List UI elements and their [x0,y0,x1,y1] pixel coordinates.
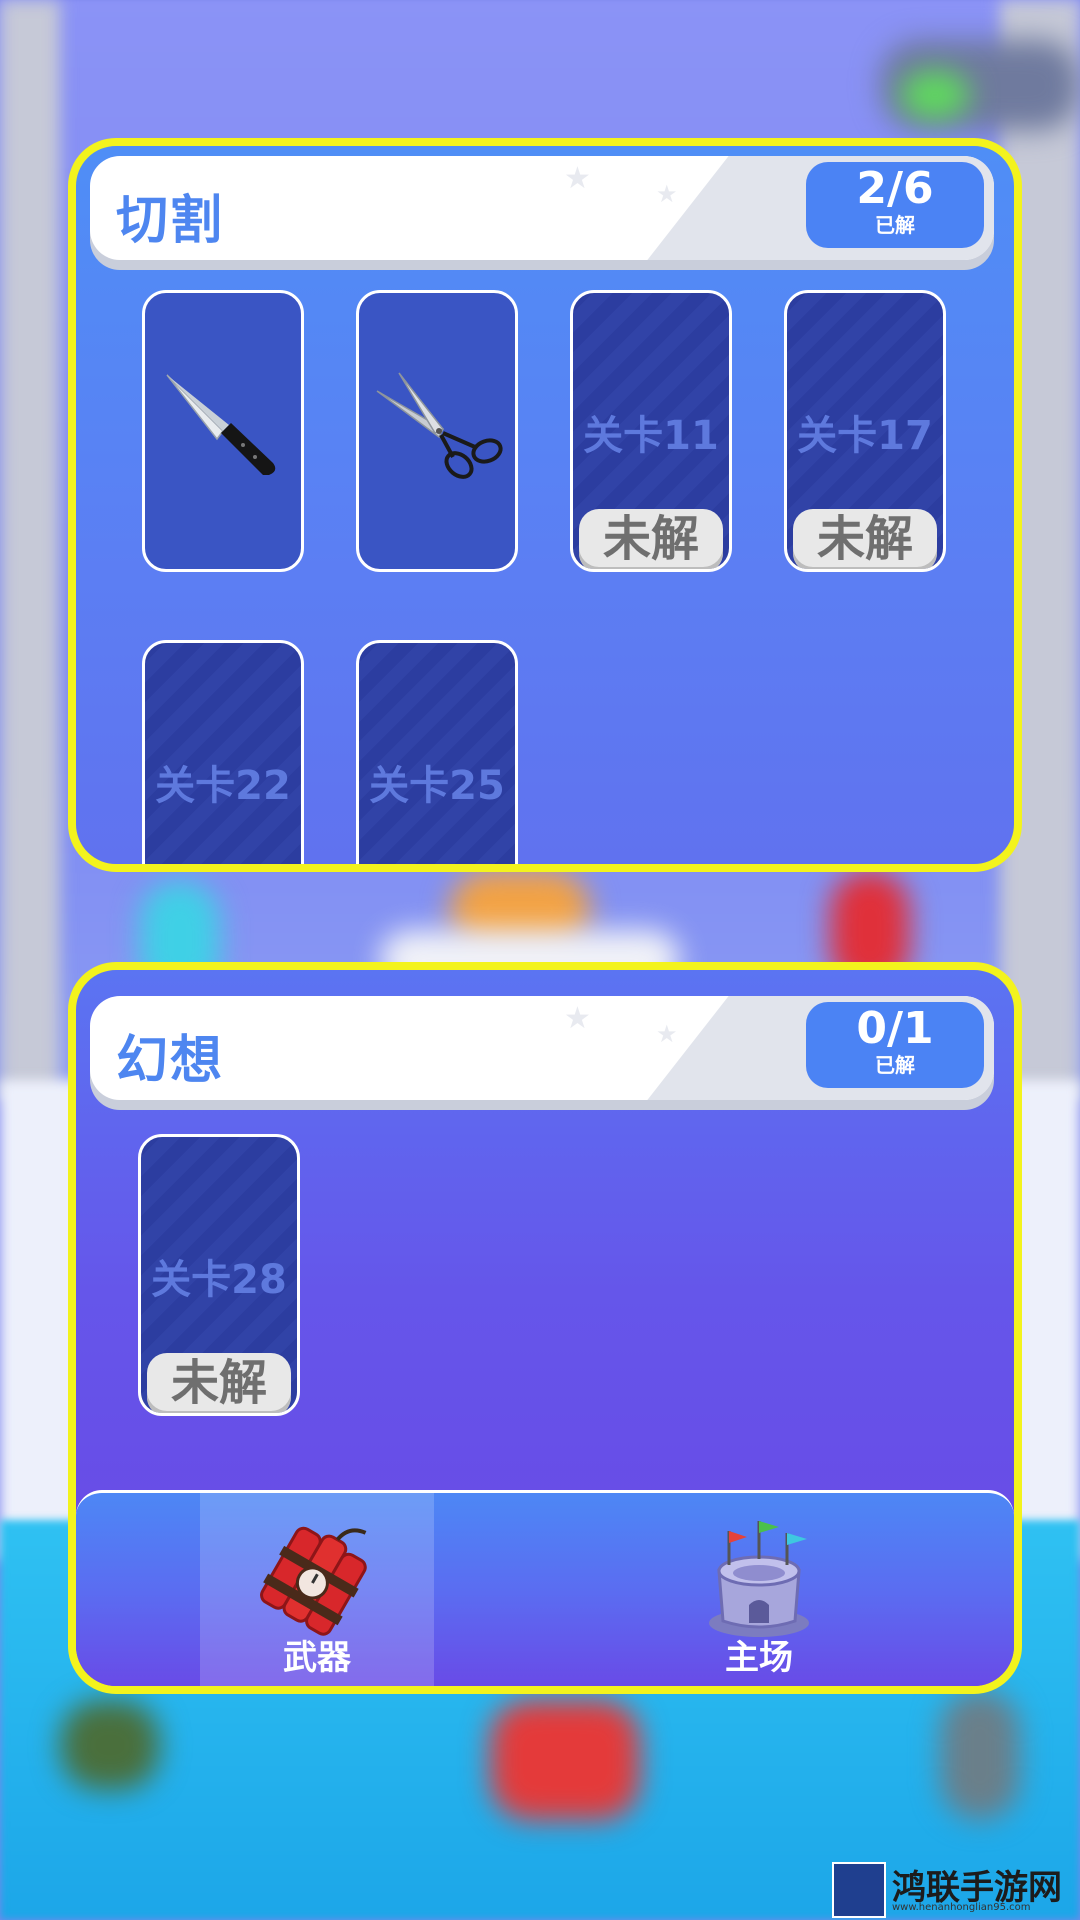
star-icon: ★ [656,1020,678,1048]
star-icon: ★ [564,1001,591,1036]
level-label: 关卡17 [797,413,933,459]
progress-badge: 2/6 已解 [806,162,984,248]
locked-badge: 未解 [793,509,937,569]
level-card-locked[interactable]: 关卡11 未解 [570,290,732,572]
category-header: ★ ★ 幻想 0/1 已解 [90,996,994,1100]
watermark-logo-icon [832,1862,886,1918]
nav-tab-weapons[interactable]: 武器 [200,1493,434,1686]
category-panel-fantasy: ★ ★ 幻想 0/1 已解 关卡28 未解 武器 主场 [68,962,1022,1694]
locked-badge: 未解 [147,1353,291,1413]
site-watermark: 鸿联手游网 www.henanhonglian95.com [832,1860,1080,1920]
progress-label: 已解 [875,213,915,237]
knife-icon [166,374,276,475]
progress-badge: 0/1 已解 [806,1002,984,1088]
level-label: 关卡28 [151,1257,287,1303]
bottom-nav: 武器 主场 [76,1490,1014,1686]
progress-count: 0/1 [856,1003,934,1054]
castle-icon [709,1521,809,1637]
progress-label: 已解 [875,1053,915,1077]
category-title: 切割 [116,191,225,251]
category-header: ★ ★ 切割 2/6 已解 [90,156,994,260]
watermark-url: www.henanhonglian95.com [892,1902,1031,1913]
locked-badge: 未解 [579,509,723,569]
weapon-card-scissors[interactable] [356,290,518,572]
level-card-locked[interactable]: 关卡22 [142,640,304,864]
category-panel-cutting: ★ ★ 切割 2/6 已解 关卡11 未解 关卡17 未解 关卡22 关卡25 [68,138,1022,872]
level-card-locked[interactable]: 关卡28 未解 [138,1134,300,1416]
star-icon: ★ [656,180,678,208]
level-card-locked[interactable]: 关卡25 [356,640,518,864]
nav-tab-label: 武器 [283,1638,351,1678]
dynamite-icon [260,1526,367,1636]
category-title: 幻想 [116,1031,225,1091]
level-label: 关卡11 [583,413,719,459]
scissors-icon [376,372,503,479]
nav-tab-label: 主场 [725,1638,793,1678]
weapon-card-knife[interactable] [142,290,304,572]
level-label: 关卡22 [155,763,291,809]
star-icon: ★ [564,161,591,196]
level-card-locked[interactable]: 关卡17 未解 [784,290,946,572]
nav-tab-arena[interactable]: 主场 [642,1493,876,1686]
level-label: 关卡25 [369,763,505,809]
progress-count: 2/6 [856,163,934,214]
